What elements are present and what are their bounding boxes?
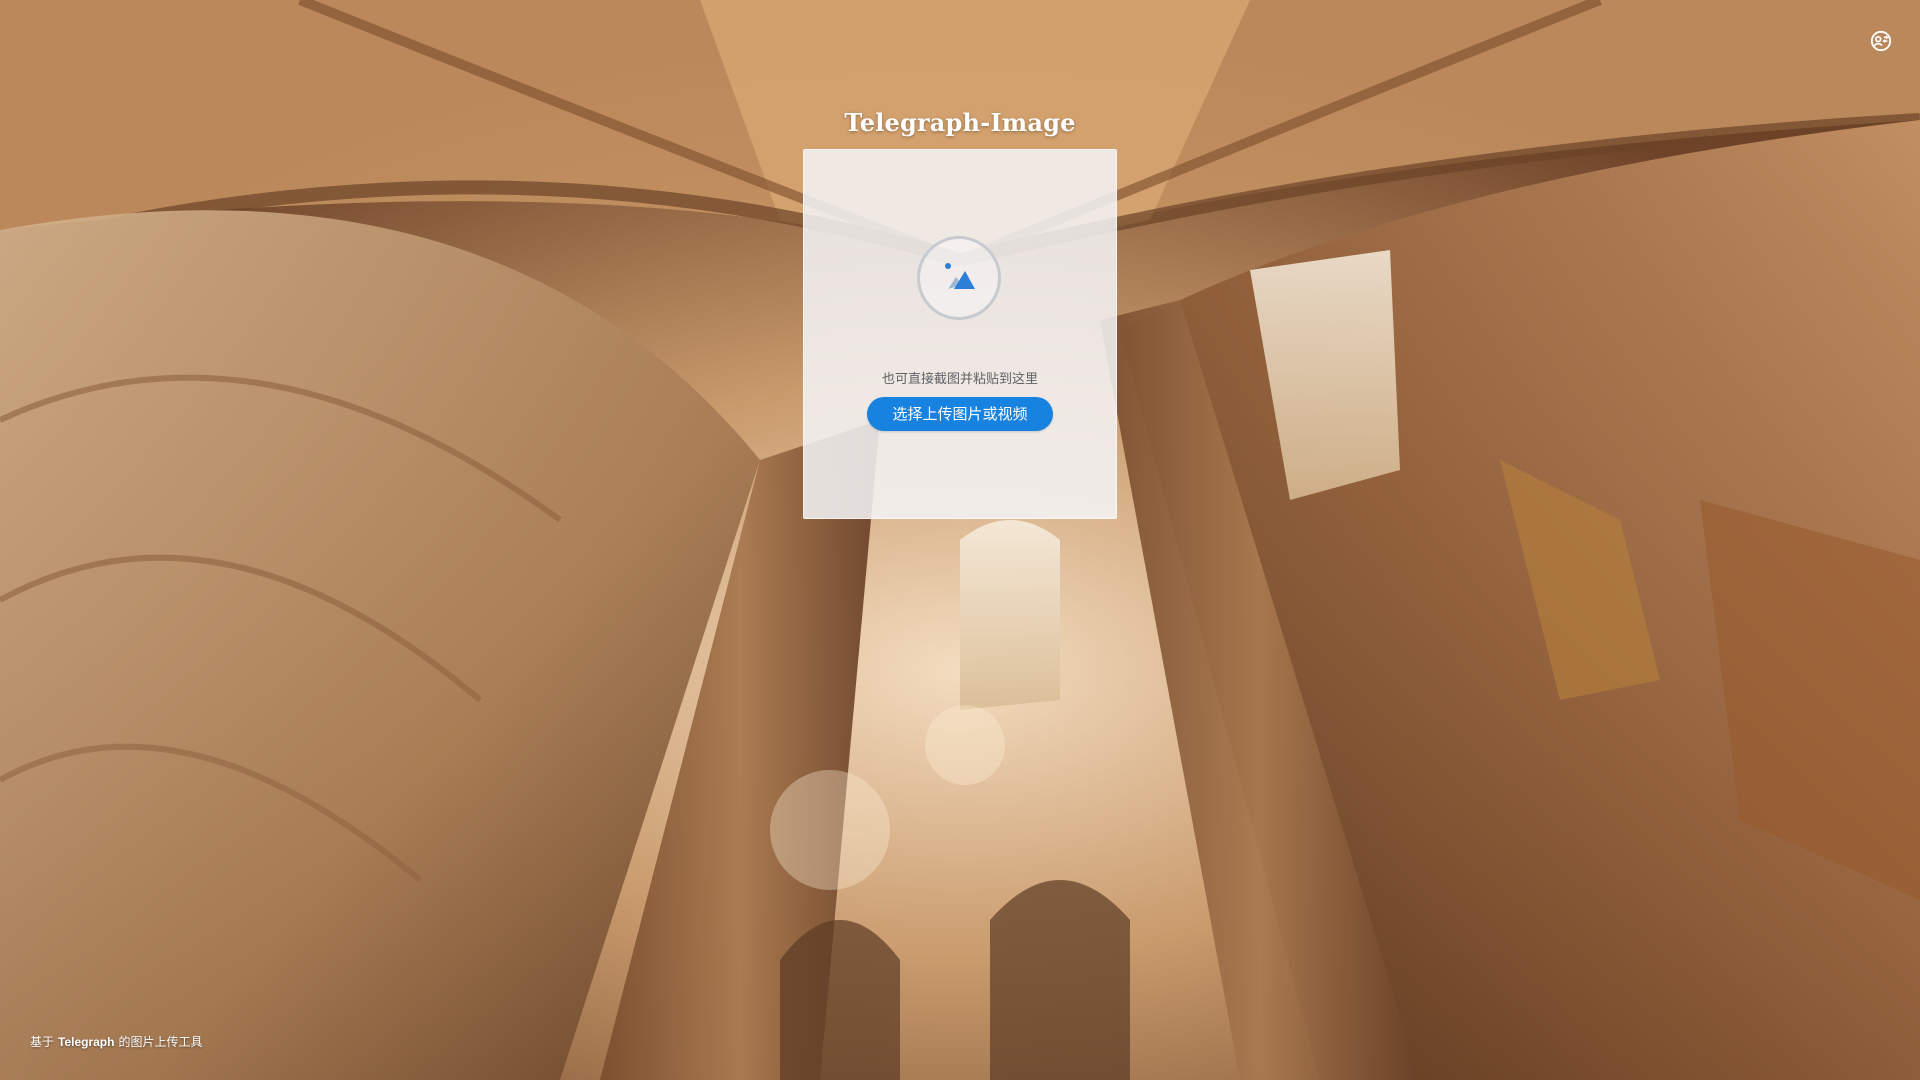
paste-hint-text: 也可直接截图并粘贴到这里 [881, 372, 1038, 387]
image-upload-icon [945, 263, 975, 289]
upload-dropzone[interactable]: 也可直接截图并粘贴到这里 选择上传图片或视频 [803, 149, 1117, 519]
select-upload-button[interactable]: 选择上传图片或视频 [867, 397, 1053, 431]
footer-suffix: 的图片上传工具 [118, 1035, 203, 1049]
footer: 基于 Telegraph 的图片上传工具 [30, 1033, 203, 1050]
account-switch-icon [1870, 30, 1892, 52]
site-title: Telegraph-Image [844, 108, 1076, 137]
footer-brand-link[interactable]: Telegraph [58, 1035, 114, 1049]
account-button[interactable] [1870, 30, 1892, 52]
upload-icon-ring [917, 236, 1001, 320]
footer-prefix: 基于 [30, 1035, 55, 1049]
